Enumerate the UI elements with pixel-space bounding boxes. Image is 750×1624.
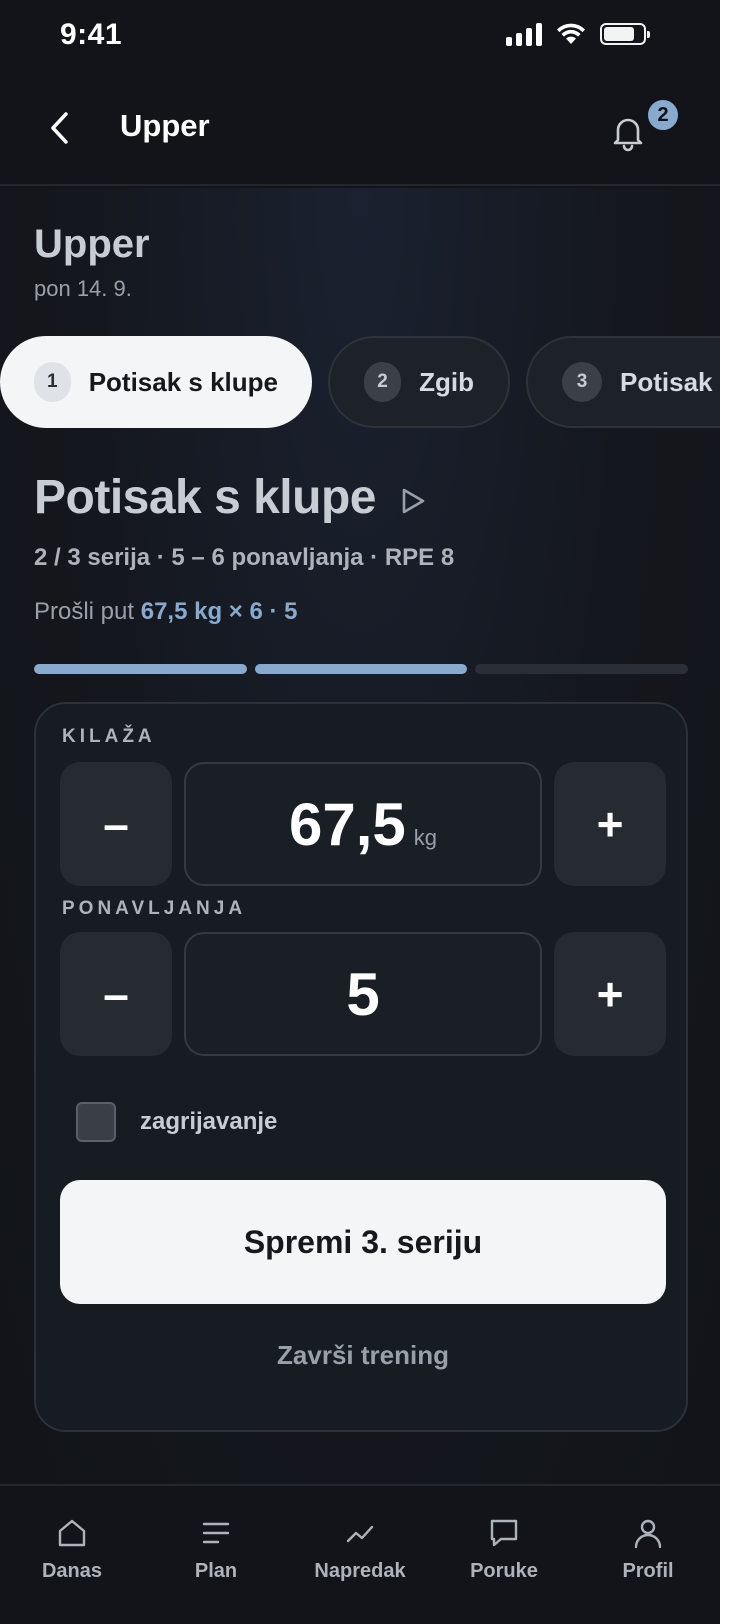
window-margin xyxy=(720,0,750,1624)
chip-number: 1 xyxy=(34,362,71,402)
cellular-signal-icon xyxy=(506,22,542,46)
set-progress-segment xyxy=(475,664,689,674)
weight-label: KILAŽA xyxy=(62,726,156,747)
status-time: 9:41 xyxy=(60,18,123,51)
weight-stepper: – 67,5 kg + xyxy=(60,762,666,886)
trend-icon xyxy=(346,1525,374,1543)
chip-label: Potisak s klupe xyxy=(88,366,278,397)
exercise-meta: 2 / 3 serija · 5 – 6 ponavljanja · RPE 8 xyxy=(34,544,455,571)
reps-stepper: – 5 + xyxy=(60,932,666,1056)
exercise-chip-1[interactable]: 1 Potisak s klupe xyxy=(0,336,312,428)
nav-label: Plan xyxy=(194,1560,238,1582)
warmup-label: zagrijavanje xyxy=(140,1108,278,1135)
reps-increase-button[interactable]: + xyxy=(554,932,666,1056)
last-time-label: Prošli put xyxy=(34,598,135,625)
set-progress-segment xyxy=(34,664,247,674)
set-logger-card: KILAŽA – 67,5 kg + PONAVLJANJA – 5 + zag… xyxy=(34,702,688,1432)
nav-label: Napredak xyxy=(314,1560,406,1582)
message-icon xyxy=(490,1519,518,1547)
list-icon xyxy=(202,1522,230,1544)
reps-value-field[interactable]: 5 xyxy=(184,932,542,1056)
last-time-value: 67,5 kg × 6 · 5 xyxy=(140,598,298,625)
exercise-chip-2[interactable]: 2 Zgib xyxy=(328,336,510,428)
weight-value: 67,5 xyxy=(288,791,406,858)
exercise-title: Potisak s klupe xyxy=(34,471,376,524)
nav-item-napredak[interactable]: Napredak xyxy=(288,1486,432,1624)
nav-label: Danas xyxy=(41,1560,103,1582)
notification-badge: 2 xyxy=(646,98,680,132)
chip-number: 3 xyxy=(562,362,602,402)
reps-decrease-button[interactable]: – xyxy=(60,932,172,1056)
weight-increase-button[interactable]: + xyxy=(554,762,666,886)
weight-unit: kg xyxy=(413,825,438,850)
nav-item-plan[interactable]: Plan xyxy=(144,1486,288,1624)
nav-item-danas[interactable]: Danas xyxy=(0,1486,144,1624)
top-app-bar: Upper xyxy=(0,74,720,186)
warmup-checkbox[interactable] xyxy=(76,1102,116,1142)
status-icons xyxy=(506,22,650,46)
exercise-chip-row[interactable]: 1 Potisak s klupe 2 Zgib 3 Potisak i xyxy=(0,336,720,428)
reps-label: PONAVLJANJA xyxy=(62,898,247,919)
back-button[interactable] xyxy=(40,106,80,150)
wifi-icon xyxy=(557,23,585,44)
nav-item-poruke[interactable]: Poruke xyxy=(432,1486,576,1624)
chevron-left-icon xyxy=(51,112,68,144)
chip-label: Potisak i xyxy=(620,366,720,397)
weight-decrease-button[interactable]: – xyxy=(60,762,172,886)
set-progress-segment xyxy=(254,664,468,674)
last-time-summary: Prošli put 67,5 kg × 6 · 5 xyxy=(34,598,297,626)
nav-item-profil[interactable]: Profil xyxy=(576,1486,720,1624)
workout-content: Upper pon 14. 9. 1 Potisak s klupe 2 Zgi… xyxy=(0,188,720,1484)
save-set-button[interactable]: Spremi 3. seriju xyxy=(60,1180,666,1304)
workout-title: Upper xyxy=(34,222,150,266)
weight-value-field[interactable]: 67,5 kg xyxy=(184,762,542,886)
nav-label: Profil xyxy=(622,1560,674,1582)
finish-workout-button[interactable]: Završi trening xyxy=(60,1330,666,1380)
home-icon xyxy=(58,1519,86,1547)
page-title: Upper xyxy=(120,108,210,143)
exercise-chip-3[interactable]: 3 Potisak i xyxy=(526,336,720,428)
user-icon xyxy=(634,1519,662,1549)
chip-label: Zgib xyxy=(419,366,474,397)
set-progress xyxy=(34,664,689,674)
app-screen: 9:41 Upper 2 Upper pon 14. 9. 1 Potisak … xyxy=(0,0,720,1624)
play-icon[interactable] xyxy=(398,486,428,516)
reps-value: 5 xyxy=(346,961,380,1028)
nav-label: Poruke xyxy=(470,1560,538,1582)
status-bar: 9:41 xyxy=(0,0,720,74)
battery-icon xyxy=(600,23,650,45)
warmup-toggle[interactable]: zagrijavanje xyxy=(76,1102,277,1142)
workout-date: pon 14. 9. xyxy=(34,276,132,301)
bottom-navigation: Danas Plan Napredak Poruke Profil xyxy=(0,1484,720,1624)
chip-number: 2 xyxy=(364,362,402,402)
